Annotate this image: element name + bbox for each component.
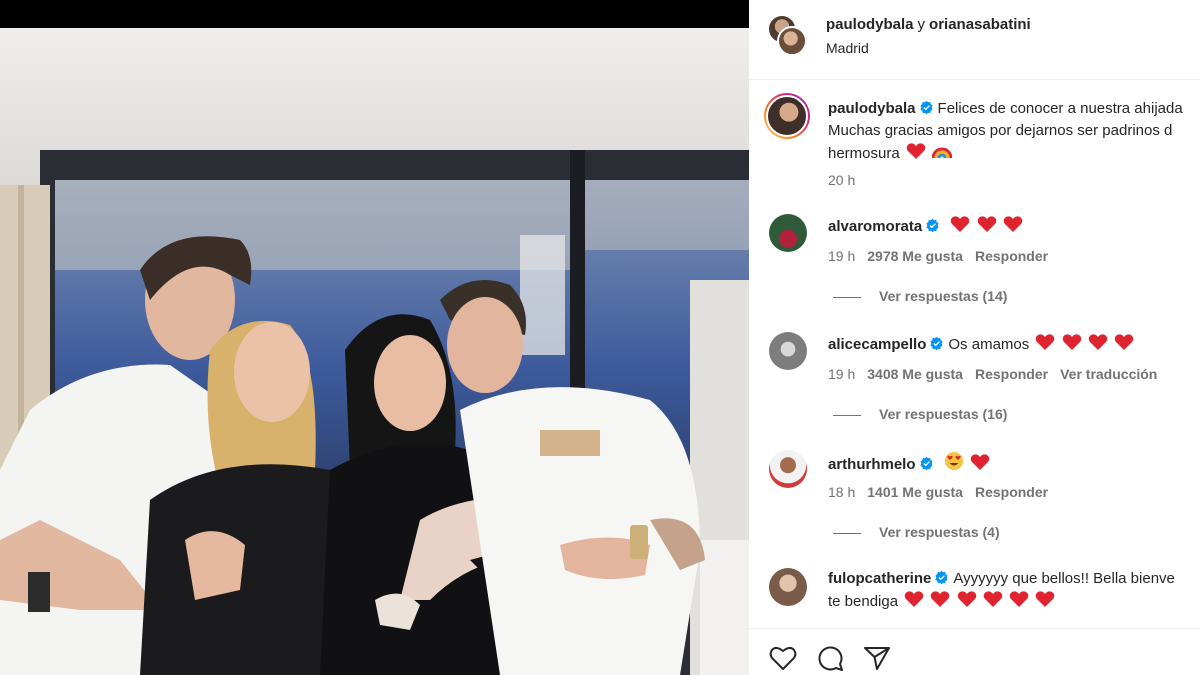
caption-line-1: Felices de conocer a nuestra ahijada (937, 100, 1183, 117)
comment-username[interactable]: arthurhmelo (828, 456, 916, 473)
view-replies-button[interactable]: Ver respuestas (16) (833, 406, 1007, 422)
caption-avatar[interactable] (764, 93, 810, 139)
heart-eyes-emoji-icon (944, 452, 963, 470)
comment-meta: 19 h 3408 Me gusta Responder Ver traducción (828, 366, 1169, 382)
post-side-panel: paulodybala y orianasabatini Madrid paulod… (749, 0, 1200, 675)
heart-emoji-icon (1009, 591, 1029, 607)
comment-avatar[interactable] (769, 332, 807, 370)
view-replies-label: Ver respuestas (14) (879, 288, 1008, 304)
author-username[interactable]: paulodybala (826, 16, 914, 33)
verified-badge-icon (926, 218, 939, 233)
verified-badge-icon (935, 570, 948, 585)
comment-body: alicecampello Os amamos (828, 333, 1200, 356)
translate-button[interactable]: Ver traducción (1060, 366, 1157, 382)
comment-text: Ayyyyyy que bellos!! Bella bienve (953, 570, 1175, 587)
collaborator-username[interactable]: orianasabatini (929, 16, 1031, 33)
caption-text-line-2: Muchas gracias amigos por dejarnos ser p… (828, 120, 1200, 142)
heart-emoji-icon (904, 591, 924, 607)
replies-divider (833, 296, 861, 298)
post-photo-illustration (0, 0, 749, 675)
post-authors: paulodybala y orianasabatini (826, 16, 1031, 33)
caption-time: 20 h (828, 172, 856, 188)
comment-time: 18 h (828, 484, 856, 500)
author-separator: y (917, 16, 926, 33)
comment-time: 19 h (828, 248, 856, 264)
heart-emoji-icon (1088, 334, 1108, 350)
comment-meta: 19 h 2978 Me gusta Responder (828, 248, 1060, 264)
heart-emoji-icon (1062, 334, 1081, 350)
caption-username[interactable]: paulodybala (828, 100, 916, 117)
heart-emoji-icon (970, 454, 990, 470)
rainbow-emoji-icon (932, 147, 953, 159)
share-icon[interactable] (863, 645, 891, 671)
heart-emoji-icon (906, 143, 926, 159)
replies-divider (833, 532, 861, 534)
comment-avatar[interactable] (769, 450, 807, 488)
comment-meta: 18 h 1401 Me gusta Responder (828, 484, 1060, 500)
heart-emoji-icon (957, 591, 976, 607)
comment-username[interactable]: alvaromorata (828, 218, 922, 235)
comment-username[interactable]: fulopcatherine (828, 570, 931, 587)
caption-meta: 20 h (828, 172, 867, 188)
view-replies-button[interactable]: Ver respuestas (14) (833, 288, 1007, 304)
comment-likes[interactable]: 1401 Me gusta (867, 484, 963, 500)
comment-body-line-2: te bendiga (828, 590, 1200, 613)
comment-icon[interactable] (816, 645, 844, 671)
view-replies-label: Ver respuestas (4) (879, 524, 1000, 540)
view-replies-label: Ver respuestas (16) (879, 406, 1008, 422)
post-photo[interactable] (0, 0, 749, 675)
post-action-bar (749, 628, 1200, 675)
verified-badge-icon (920, 100, 933, 115)
caption-line-2: Muchas gracias amigos por dejarnos ser p… (828, 122, 1173, 139)
replies-divider (833, 414, 861, 416)
verified-badge-icon (920, 456, 933, 471)
caption-line-3: hermosura (828, 145, 900, 162)
comment-text-2: te bendiga (828, 593, 899, 610)
post-header: paulodybala y orianasabatini Madrid (749, 0, 1200, 80)
comment-body: fulopcatherine Ayyyyyy que bellos!! Bella… (828, 568, 1200, 590)
heart-emoji-icon (931, 591, 950, 607)
heart-emoji-icon (1114, 334, 1134, 350)
comment-time: 19 h (828, 366, 856, 382)
caption-text-line-3: hermosura (828, 142, 1200, 165)
reply-button[interactable]: Responder (975, 248, 1048, 264)
heart-emoji-icon (951, 216, 970, 232)
caption-text: paulodybala Felices de conocer a nuestra … (828, 98, 1200, 120)
view-replies-button[interactable]: Ver respuestas (4) (833, 524, 1000, 540)
comment-avatar[interactable] (769, 214, 807, 252)
post-location[interactable]: Madrid (826, 40, 869, 56)
heart-emoji-icon (1003, 216, 1023, 232)
heart-emoji-icon (1036, 334, 1055, 350)
comment-likes[interactable]: 2978 Me gusta (867, 248, 963, 264)
verified-badge-icon (930, 336, 943, 351)
heart-emoji-icon (977, 216, 996, 232)
like-icon[interactable] (769, 645, 797, 671)
heart-emoji-icon (1035, 591, 1055, 607)
collaborator-avatar[interactable] (777, 26, 807, 56)
comment-likes[interactable]: 3408 Me gusta (867, 366, 963, 382)
comment-avatar[interactable] (769, 568, 807, 606)
reply-button[interactable]: Responder (975, 484, 1048, 500)
comment-username[interactable]: alicecampello (828, 336, 926, 353)
comment-body: alvaromorata (828, 215, 1200, 238)
reply-button[interactable]: Responder (975, 366, 1048, 382)
comment-text: Os amamos (948, 336, 1030, 353)
comment-body: arthurhmelo (828, 451, 1200, 476)
heart-emoji-icon (983, 591, 1003, 607)
